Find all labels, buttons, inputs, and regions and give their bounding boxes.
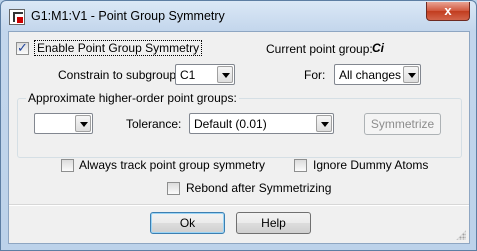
always-track-checkbox[interactable]	[61, 159, 74, 172]
chevron-down-icon[interactable]	[316, 115, 332, 132]
ignore-dummy-checkbox[interactable]	[294, 159, 307, 172]
rebond-checkbox[interactable]	[167, 182, 180, 195]
tolerance-value: Default (0.01)	[194, 117, 267, 131]
for-label: For:	[304, 68, 326, 82]
constrain-subgroup-value: C1	[180, 68, 196, 82]
for-value: All changes	[339, 68, 402, 82]
constrain-subgroup-label: Constrain to subgroup:	[58, 68, 180, 82]
ignore-dummy-label[interactable]: Ignore Dummy Atoms	[313, 158, 428, 172]
tolerance-select[interactable]: Default (0.01)	[189, 113, 334, 134]
approx-group-label: Approximate higher-order point groups:	[26, 91, 239, 105]
resize-grip-icon[interactable]	[456, 230, 466, 240]
tolerance-label: Tolerance:	[126, 117, 182, 131]
close-icon: x	[444, 3, 452, 18]
for-select[interactable]: All changes	[334, 64, 421, 85]
current-point-group-value: Ci	[372, 41, 384, 55]
symmetrize-button[interactable]: Symmetrize	[364, 113, 441, 135]
help-button[interactable]: Help	[236, 212, 311, 234]
enable-pg-symmetry-checkbox[interactable]	[16, 40, 29, 56]
title-bar[interactable]: G1:M1:V1 - Point Group Symmetry x	[1, 1, 476, 31]
constrain-subgroup-select[interactable]: C1	[175, 64, 235, 85]
dialog-body: Enable Point Group Symmetry Current poin…	[8, 31, 470, 244]
approx-pg-select[interactable]	[34, 113, 93, 134]
dialog-window: G1:M1:V1 - Point Group Symmetry x Enable…	[0, 0, 477, 251]
chevron-down-icon[interactable]	[217, 66, 233, 83]
enable-pg-symmetry-label[interactable]: Enable Point Group Symmetry	[33, 40, 203, 56]
separator	[9, 204, 469, 206]
app-icon[interactable]	[9, 9, 25, 25]
always-track-label[interactable]: Always track point group symmetry	[79, 158, 265, 172]
rebond-label[interactable]: Rebond after Symmetrizing	[186, 181, 331, 195]
close-button[interactable]: x	[426, 2, 470, 21]
chevron-down-icon[interactable]	[75, 115, 91, 132]
current-point-group-label: Current point group:	[266, 42, 373, 56]
ok-button[interactable]: Ok	[150, 212, 225, 234]
window-title: G1:M1:V1 - Point Group Symmetry	[31, 9, 225, 23]
chevron-down-icon[interactable]	[403, 66, 419, 83]
